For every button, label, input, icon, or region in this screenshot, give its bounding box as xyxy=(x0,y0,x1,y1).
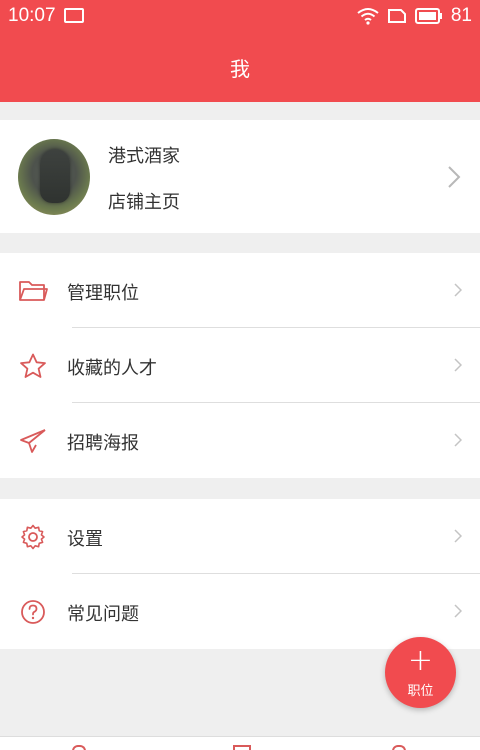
nav-home-icon[interactable] xyxy=(72,745,86,750)
avatar xyxy=(18,139,90,215)
menu-label: 收藏的人才 xyxy=(67,358,157,379)
help-icon xyxy=(21,600,45,624)
menu-label: 设置 xyxy=(67,529,103,550)
nav-messages-icon[interactable] xyxy=(233,745,251,750)
header: 我 xyxy=(0,32,480,102)
wifi-icon xyxy=(357,8,379,25)
gear-icon xyxy=(21,524,45,550)
menu-item-recruit-poster[interactable]: 招聘海报 xyxy=(0,403,480,478)
sim-icon xyxy=(387,9,406,23)
menu-item-saved-talents[interactable]: 收藏的人才 xyxy=(0,328,480,403)
add-position-button[interactable]: + 职位 xyxy=(385,637,456,708)
send-icon xyxy=(20,429,46,453)
chevron-right-icon xyxy=(454,358,462,372)
menu-label: 管理职位 xyxy=(67,283,139,304)
chevron-right-icon xyxy=(448,166,461,188)
battery-icon xyxy=(414,8,442,24)
profile-card[interactable] xyxy=(0,120,480,233)
menu-label: 常见问题 xyxy=(67,604,139,625)
nav-me-icon[interactable] xyxy=(392,745,406,750)
page-title: 我 xyxy=(230,56,250,81)
fab-label: 职位 xyxy=(407,684,434,699)
avatar-photo xyxy=(40,149,70,203)
chevron-right-icon xyxy=(454,283,462,297)
chevron-right-icon xyxy=(454,529,462,543)
shop-homepage-label: 店铺主页 xyxy=(108,192,180,213)
chevron-right-icon xyxy=(454,604,462,618)
menu-item-manage-positions[interactable]: 管理职位 xyxy=(0,253,480,328)
status-icons: 81 xyxy=(357,5,472,27)
shop-name: 港式酒家 xyxy=(108,146,180,167)
gallery-notification-icon xyxy=(64,8,84,23)
menu-item-settings[interactable]: 设置 xyxy=(0,499,480,574)
battery-level: 81 xyxy=(450,5,472,26)
plus-icon: + xyxy=(407,643,434,678)
menu-item-faq[interactable]: 常见问题 xyxy=(0,574,480,649)
bottom-nav xyxy=(0,736,480,750)
menu-label: 招聘海报 xyxy=(67,433,139,454)
chevron-right-icon xyxy=(454,433,462,447)
status-bar: 10:07 81 xyxy=(0,0,480,32)
status-time: 10:07 xyxy=(8,5,56,26)
star-icon xyxy=(20,353,46,378)
folder-icon xyxy=(19,281,48,301)
